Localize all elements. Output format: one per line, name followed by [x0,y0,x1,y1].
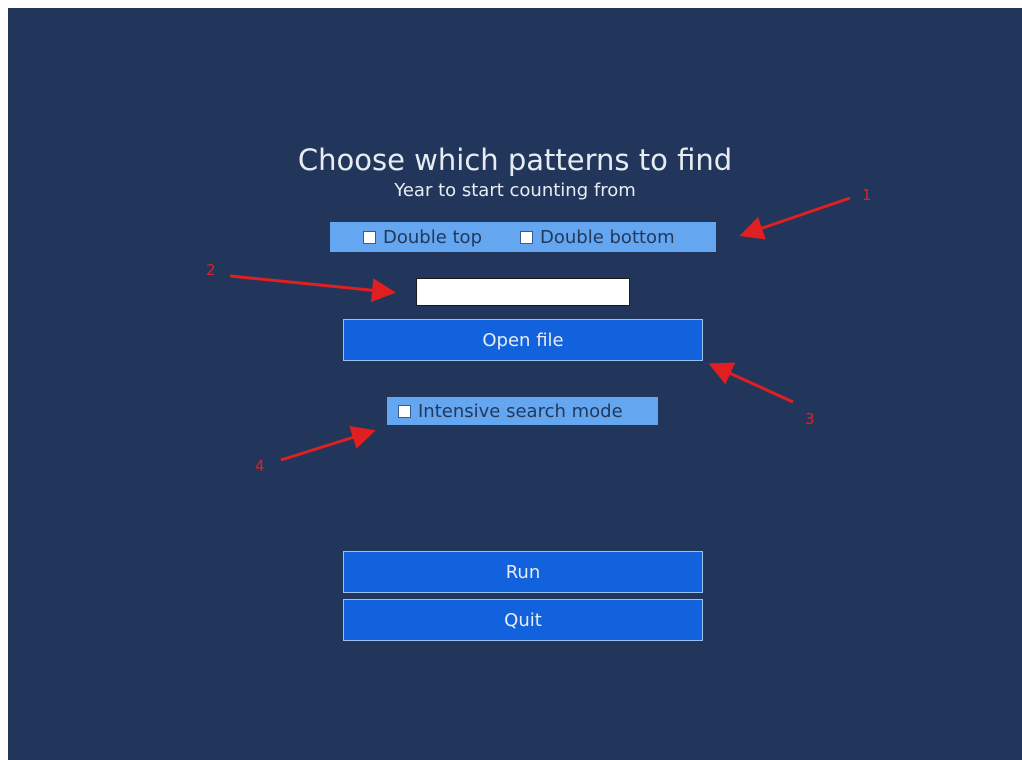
annotation-number-4: 4 [255,457,265,475]
double-top-checkbox[interactable] [363,230,376,244]
intensive-search-label: Intensive search mode [418,400,623,422]
double-bottom-checkbox[interactable] [520,230,533,244]
double-top-label: Double top [383,226,482,248]
run-label: Run [505,561,541,583]
annotation-number-1: 1 [862,186,872,204]
page-title: Choose which patterns to find [297,143,733,177]
app-window: Choose which patterns to find Year to st… [8,8,1022,760]
double-top-option[interactable]: Double top [363,227,482,248]
annotation-arrow-2 [229,274,396,303]
annotation-number-2: 2 [206,261,216,279]
intensive-search-checkbox[interactable] [398,404,411,418]
double-bottom-label: Double bottom [540,226,675,248]
annotation-arrow-1 [739,196,851,240]
year-input[interactable] [416,278,630,306]
annotation-arrow-3 [708,362,794,404]
open-file-label: Open file [482,329,564,351]
pattern-checkbox-bar: Double top Double bottom [330,222,716,252]
quit-label: Quit [504,609,542,631]
annotation-arrow-4 [280,425,376,462]
annotation-overlay [229,196,851,462]
intensive-search-option[interactable]: Intensive search mode [398,401,623,422]
run-button[interactable]: Run [343,551,703,593]
double-bottom-option[interactable]: Double bottom [520,227,675,248]
annotation-number-3: 3 [805,410,815,428]
intensive-search-bar: Intensive search mode [387,397,658,425]
quit-button[interactable]: Quit [343,599,703,641]
open-file-button[interactable]: Open file [343,319,703,361]
